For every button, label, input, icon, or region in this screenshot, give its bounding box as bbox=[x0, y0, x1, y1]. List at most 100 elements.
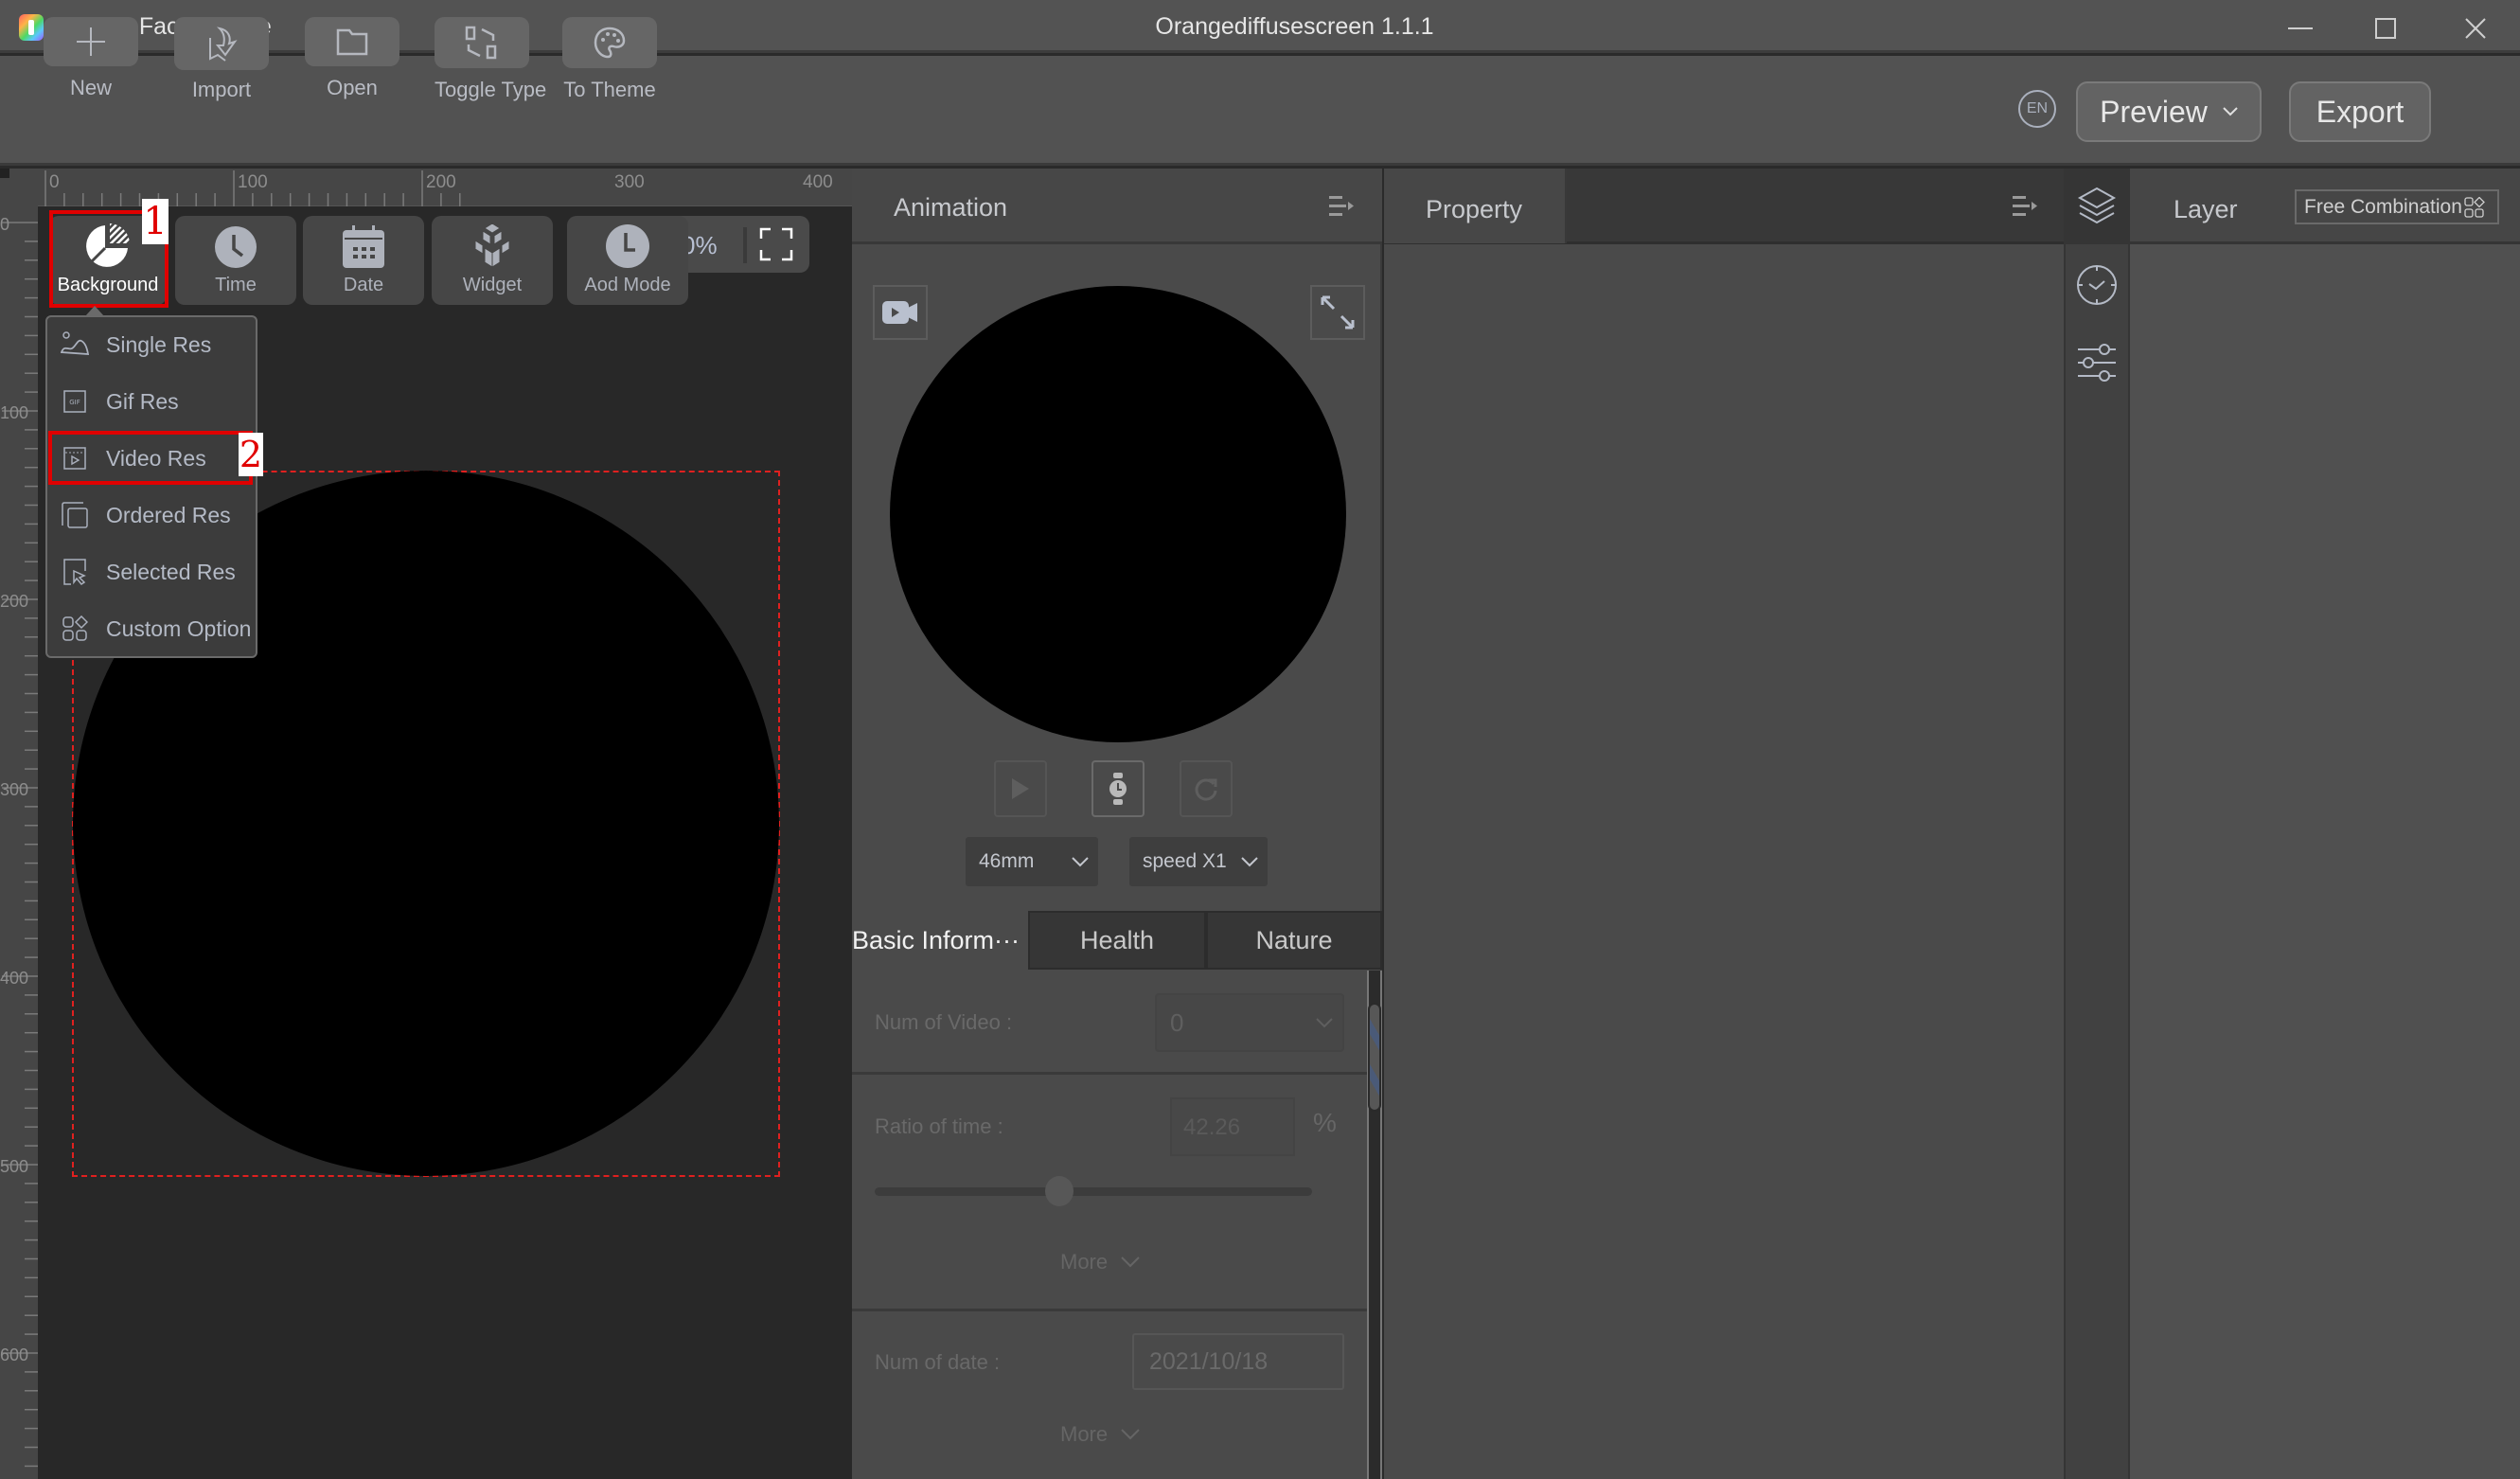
chevron-down-icon bbox=[1072, 856, 1089, 866]
ordered-icon bbox=[61, 501, 89, 529]
annotation-highlight-step-2 bbox=[48, 431, 253, 485]
menu-item-gif-res[interactable]: GIF Gif Res bbox=[47, 374, 256, 429]
close-button[interactable] bbox=[2447, 8, 2504, 49]
component-aod-mode[interactable]: Aod Mode bbox=[567, 216, 688, 305]
custom-option-icon bbox=[2464, 196, 2485, 218]
gif-icon: GIF bbox=[61, 387, 89, 416]
menu-item-label: Ordered Res bbox=[106, 502, 231, 527]
replay-button[interactable] bbox=[1180, 760, 1233, 817]
widget-cubes-icon bbox=[474, 223, 510, 268]
adjust-settings-button[interactable] bbox=[2073, 339, 2121, 386]
folder-icon bbox=[336, 28, 368, 56]
aod-clock-icon bbox=[606, 224, 649, 268]
component-label: Widget bbox=[462, 275, 523, 295]
property-title: Property bbox=[1426, 195, 1523, 223]
row-divider bbox=[852, 1309, 1371, 1311]
ratio-slider-track[interactable] bbox=[875, 1187, 1312, 1196]
ruler-top-label: 400 bbox=[803, 172, 833, 192]
toggle-type-icon bbox=[465, 26, 497, 60]
menu-item-single-res[interactable]: Single Res bbox=[47, 317, 256, 372]
menu-item-label: Gif Res bbox=[106, 388, 179, 414]
expand-preview-button[interactable] bbox=[1310, 285, 1365, 340]
ruler-left-label: 500 bbox=[0, 1157, 28, 1176]
tab-basic-information[interactable]: Basic Inform··· bbox=[852, 911, 1028, 970]
animation-scrollbar-thumb[interactable] bbox=[1368, 1003, 1381, 1112]
more-label: More bbox=[1060, 1250, 1109, 1274]
layers-button[interactable] bbox=[2073, 183, 2121, 230]
play-button[interactable] bbox=[994, 760, 1047, 817]
ruler-top-label: 200 bbox=[426, 172, 456, 192]
maximize-icon bbox=[2375, 18, 2396, 39]
tab-health[interactable]: Health bbox=[1028, 911, 1206, 970]
video-camera-icon bbox=[882, 301, 917, 324]
chevron-down-icon bbox=[1121, 1256, 1140, 1268]
ruler-left-label: 0 bbox=[0, 215, 9, 234]
watch-mode-button[interactable] bbox=[1091, 760, 1145, 817]
more-button-2[interactable]: More bbox=[1060, 1422, 1140, 1447]
open-button-box bbox=[305, 17, 399, 66]
to-theme-button[interactable]: To Theme bbox=[562, 17, 657, 102]
component-label: Aod Mode bbox=[584, 275, 671, 295]
menu-item-label: Custom Option bbox=[106, 615, 252, 641]
ruler-left-label: 400 bbox=[0, 969, 28, 988]
ruler-left-label: 600 bbox=[0, 1345, 28, 1364]
new-button-box bbox=[44, 17, 138, 66]
image-icon bbox=[61, 330, 89, 359]
new-button[interactable]: New bbox=[44, 17, 138, 100]
svg-text:GIF: GIF bbox=[69, 399, 80, 406]
minimize-button[interactable] bbox=[2272, 8, 2329, 49]
layers-icon bbox=[2077, 187, 2117, 224]
maximize-button[interactable] bbox=[2357, 8, 2414, 49]
preview-label: Preview bbox=[2100, 94, 2208, 129]
animation-title: Animation bbox=[894, 193, 1008, 222]
component-time[interactable]: Time bbox=[175, 216, 296, 305]
palette-icon bbox=[594, 27, 626, 59]
record-video-button[interactable] bbox=[873, 285, 928, 340]
speed-value: speed X1 bbox=[1143, 850, 1227, 872]
plus-icon bbox=[77, 27, 105, 56]
watch-size-select[interactable]: 46mm bbox=[966, 837, 1098, 886]
widget-icon-wrap bbox=[432, 216, 553, 269]
expand-icon bbox=[1321, 295, 1355, 330]
tab-nature[interactable]: Nature bbox=[1206, 911, 1382, 970]
play-icon bbox=[1012, 778, 1029, 799]
ruler-top-label: 0 bbox=[49, 172, 60, 192]
animation-collapse-button[interactable] bbox=[1327, 192, 1356, 225]
collapse-panel-icon bbox=[1329, 196, 1354, 216]
num-of-video-select[interactable]: 0 bbox=[1155, 993, 1344, 1052]
minimize-icon bbox=[2288, 27, 2313, 29]
menu-item-selected-res[interactable]: Selected Res bbox=[47, 544, 256, 599]
open-label: Open bbox=[327, 76, 378, 99]
time-icon-wrap bbox=[175, 216, 296, 269]
more-button[interactable]: More bbox=[1060, 1250, 1140, 1274]
free-combination-button[interactable]: Free Combination bbox=[2295, 189, 2499, 224]
fullscreen-icon bbox=[759, 227, 793, 261]
import-button-box bbox=[174, 17, 269, 70]
speed-select[interactable]: speed X1 bbox=[1129, 837, 1268, 886]
selected-icon bbox=[61, 558, 89, 586]
ruler-left-label: 100 bbox=[0, 403, 28, 422]
component-date[interactable]: Date bbox=[303, 216, 424, 305]
export-button[interactable]: Export bbox=[2289, 81, 2431, 142]
property-collapse-button[interactable] bbox=[2011, 192, 2039, 225]
num-of-date-input[interactable]: 2021/10/18 bbox=[1132, 1333, 1344, 1390]
menu-item-custom-option[interactable]: Custom Option bbox=[47, 601, 256, 656]
menu-item-label: Single Res bbox=[106, 331, 212, 357]
ratio-of-time-input[interactable]: 42.26 bbox=[1170, 1097, 1295, 1156]
ruler-left-label: 300 bbox=[0, 780, 28, 799]
toggle-type-button[interactable]: Toggle Type bbox=[435, 17, 546, 102]
menu-item-ordered-res[interactable]: Ordered Res bbox=[47, 488, 256, 543]
language-button[interactable]: EN bbox=[2018, 90, 2056, 128]
open-button[interactable]: Open bbox=[305, 17, 399, 100]
property-panel bbox=[1384, 169, 2064, 1479]
preview-button[interactable]: Preview bbox=[2076, 81, 2262, 142]
component-widget[interactable]: Widget bbox=[432, 216, 553, 305]
chevron-down-icon bbox=[2223, 107, 2238, 116]
fullscreen-button[interactable] bbox=[759, 227, 793, 266]
import-button[interactable]: Import bbox=[174, 17, 269, 102]
row-divider bbox=[852, 1072, 1371, 1075]
clock-settings-button[interactable] bbox=[2073, 261, 2121, 309]
annotation-badge-step-1: 1 bbox=[142, 199, 169, 244]
ruler-left-label: 200 bbox=[0, 592, 28, 611]
layer-title: Layer bbox=[2174, 195, 2238, 223]
